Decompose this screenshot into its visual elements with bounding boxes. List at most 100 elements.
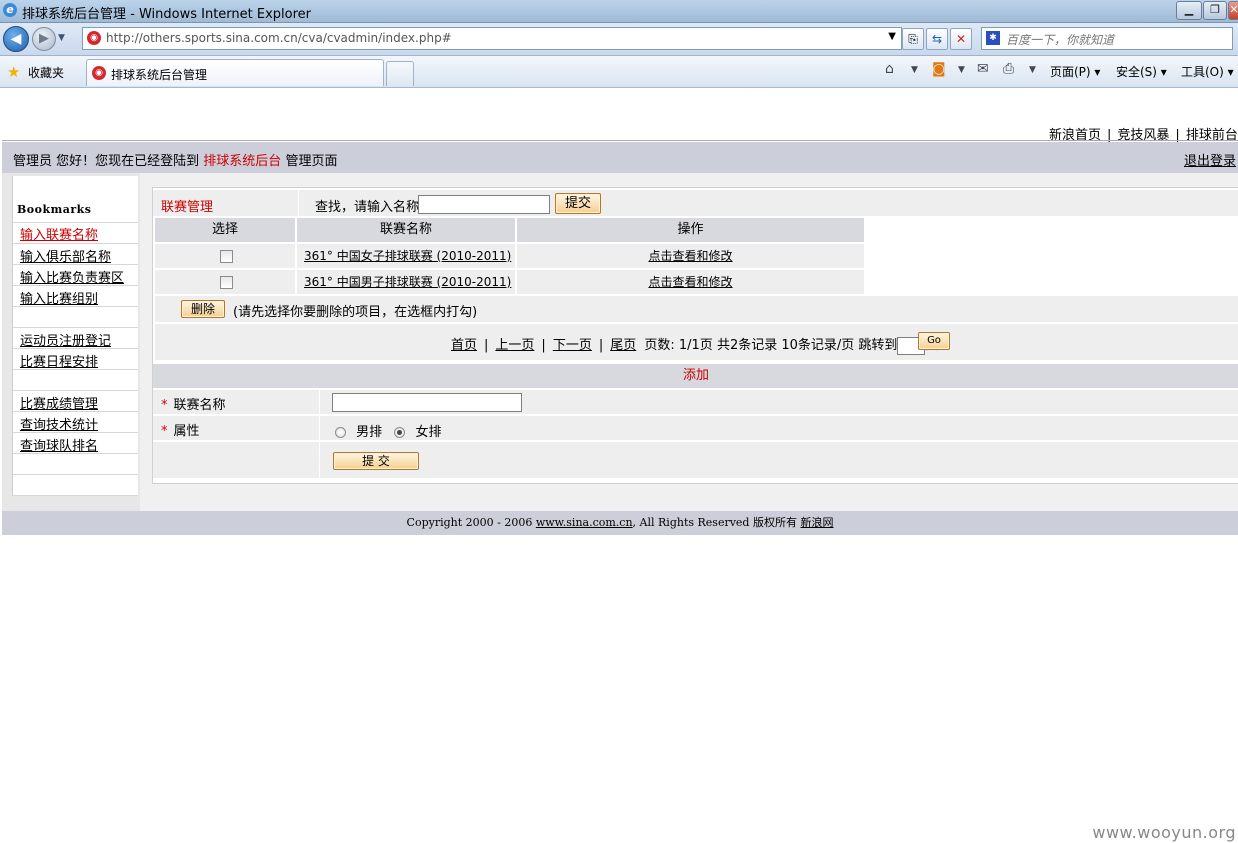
footer-brand-link[interactable]: 新浪网	[800, 516, 833, 529]
form-row-attr: * 属性 男排 女排	[153, 416, 1238, 440]
search-submit-button[interactable]: 提交	[555, 193, 601, 214]
close-icon[interactable]: ✕	[1228, 1, 1238, 20]
divider	[13, 243, 138, 244]
pager-last[interactable]: 尾页	[610, 338, 636, 353]
sina-favicon-icon: ◉	[87, 31, 101, 45]
tools-menu[interactable]: 工具(O) ▾	[1181, 63, 1234, 80]
pager-first[interactable]: 首页	[451, 338, 477, 353]
separator: |	[541, 338, 546, 353]
sidebar-item-league-name[interactable]: 输入联赛名称	[20, 224, 98, 243]
attribute-label-text: 属性	[173, 424, 200, 439]
divider	[13, 264, 138, 265]
sidebar-item-schedule[interactable]: 比赛日程安排	[20, 351, 98, 370]
url-input[interactable]: ◉ http://others.sports.sina.com.cn/cva/c…	[82, 27, 902, 50]
league-name-link[interactable]: 361° 中国男子排球联赛 (2010-2011)	[304, 275, 511, 289]
divider	[13, 411, 138, 412]
footer-domain-link[interactable]: www.sina.com.cn	[536, 516, 633, 529]
divider	[13, 327, 138, 328]
safety-menu[interactable]: 安全(S) ▾	[1116, 63, 1167, 80]
divider	[13, 369, 138, 370]
divider	[2, 140, 1238, 141]
sidebar-item-team-ranking[interactable]: 查询球队排名	[20, 435, 98, 454]
pager-info: 页数: 1/1页 共2条记录 10条记录/页 跳转到	[644, 338, 898, 353]
favorites-star-icon[interactable]: ★	[7, 63, 20, 81]
column-header-action: 操作	[517, 218, 864, 242]
delete-row: 删除 (请先选择你要删除的项目，在选框内打勾)	[155, 296, 1238, 322]
table-cell: 点击查看和修改	[517, 270, 864, 294]
column-header-select: 选择	[155, 218, 295, 242]
watermark: www.wooyun.org	[1092, 823, 1236, 842]
delete-hint: (请先选择你要删除的项目，在选框内打勾)	[233, 305, 478, 320]
tab-active[interactable]: ◉ 排球系统后台管理	[86, 59, 384, 86]
divider	[13, 432, 138, 433]
admin-greeting-suffix: 管理页面	[285, 154, 338, 169]
league-name-label: * 联赛名称	[161, 394, 226, 413]
sidebar-item-results[interactable]: 比赛成绩管理	[20, 393, 98, 412]
footer-rights: , All Rights Reserved 版权所有	[632, 516, 801, 529]
search-input[interactable]: ✱ 百度一下，你就知道	[981, 27, 1233, 50]
attribute-radio-group: 男排 女排	[335, 421, 441, 440]
view-edit-link[interactable]: 点击查看和修改	[648, 275, 732, 289]
go-button[interactable]: Go	[918, 332, 950, 350]
url-dropdown-icon[interactable]: ▼	[888, 31, 896, 42]
pager: 首页 | 上一页 | 下一页 | 尾页 页数: 1/1页 共2条记录 10条记录/页 跳转到…	[451, 334, 938, 355]
forward-arrow-icon[interactable]: ▶	[32, 27, 56, 51]
minimize-icon[interactable]: ▁	[1176, 1, 1202, 20]
page-menu[interactable]: 页面(P) ▾	[1050, 63, 1100, 80]
logout-link[interactable]: 退出登录	[1184, 150, 1236, 169]
form-row-submit: 提 交	[153, 442, 1238, 478]
new-tab-button[interactable]	[386, 61, 414, 86]
table-cell: 点击查看和修改	[517, 244, 864, 268]
table-row	[155, 244, 295, 268]
sidebar-item-club-name[interactable]: 输入俱乐部名称	[20, 246, 111, 265]
column-header-league-name: 联赛名称	[297, 218, 515, 242]
favorites-label[interactable]: 收藏夹	[28, 64, 64, 81]
history-dropdown-icon[interactable]: ▼	[58, 33, 65, 43]
rss-feed-icon[interactable]: ◙	[932, 61, 946, 77]
print-dropdown-icon[interactable]: ▼	[1029, 65, 1036, 75]
divider	[319, 390, 320, 414]
radio-men-label: 男排	[356, 425, 383, 440]
delete-button[interactable]: 删除	[181, 300, 225, 318]
radio-women[interactable]	[394, 427, 406, 438]
sidebar-item-athlete-registration[interactable]: 运动员注册登记	[20, 330, 111, 349]
home-dropdown-icon[interactable]: ▼	[911, 65, 918, 75]
league-management-panel: 联赛管理 查找，请输入名称 提交 选择 联赛名称 操作 361° 中国女子排球联…	[152, 187, 1238, 484]
radio-women-label: 女排	[415, 425, 442, 440]
footer-copyright: Copyright 2000 - 2006	[406, 516, 536, 529]
pager-next[interactable]: 下一页	[553, 338, 592, 353]
add-submit-button[interactable]: 提 交	[333, 452, 419, 470]
sidebar-item-tech-stats[interactable]: 查询技术统计	[20, 414, 98, 433]
command-bar: ★ 收藏夹 ◉ 排球系统后台管理 ⌂ ▼ ◙ ▼ ✉ ⎙ ▼ 页面(P) ▾ 安…	[0, 56, 1238, 88]
divider	[13, 306, 138, 307]
compat-view-icon[interactable]: ⎘	[902, 28, 924, 50]
sidebar-item-group[interactable]: 输入比赛组别	[20, 288, 98, 307]
feed-dropdown-icon[interactable]: ▼	[958, 65, 965, 75]
league-name-input[interactable]	[332, 393, 522, 412]
pager-prev[interactable]: 上一页	[495, 338, 534, 353]
table-row	[155, 270, 295, 294]
refresh-icon[interactable]: ⇆	[926, 28, 948, 50]
sidebar-item-division[interactable]: 输入比赛负责赛区	[20, 267, 124, 286]
league-search-input[interactable]	[418, 195, 550, 214]
radio-men[interactable]	[335, 427, 346, 438]
stop-icon[interactable]: ✕	[950, 28, 972, 50]
print-icon[interactable]: ⎙	[1003, 61, 1014, 77]
sidebar: Bookmarks 输入联赛名称 输入俱乐部名称 输入比赛负责赛区 输入比赛组别…	[12, 176, 138, 496]
divider	[13, 474, 138, 475]
page-menu-label: 页面(P)	[1050, 65, 1091, 79]
home-icon[interactable]: ⌂	[885, 61, 894, 77]
view-edit-link[interactable]: 点击查看和修改	[648, 249, 732, 263]
row-checkbox[interactable]	[220, 276, 233, 289]
league-title: 联赛管理	[161, 200, 214, 215]
divider	[13, 495, 138, 496]
row-checkbox[interactable]	[220, 250, 233, 263]
search-placeholder: 百度一下，你就知道	[1006, 33, 1115, 47]
mail-icon[interactable]: ✉	[977, 61, 989, 77]
sina-favicon-icon: ◉	[92, 66, 106, 80]
back-arrow-icon[interactable]: ◀	[3, 26, 29, 52]
admin-bar: 管理员 您好！您现在已经登陆到 排球系统后台 管理页面 退出登录	[2, 142, 1238, 173]
maximize-icon[interactable]: ❐	[1203, 1, 1227, 20]
divider	[13, 348, 138, 349]
league-name-link[interactable]: 361° 中国女子排球联赛 (2010-2011)	[304, 249, 511, 263]
